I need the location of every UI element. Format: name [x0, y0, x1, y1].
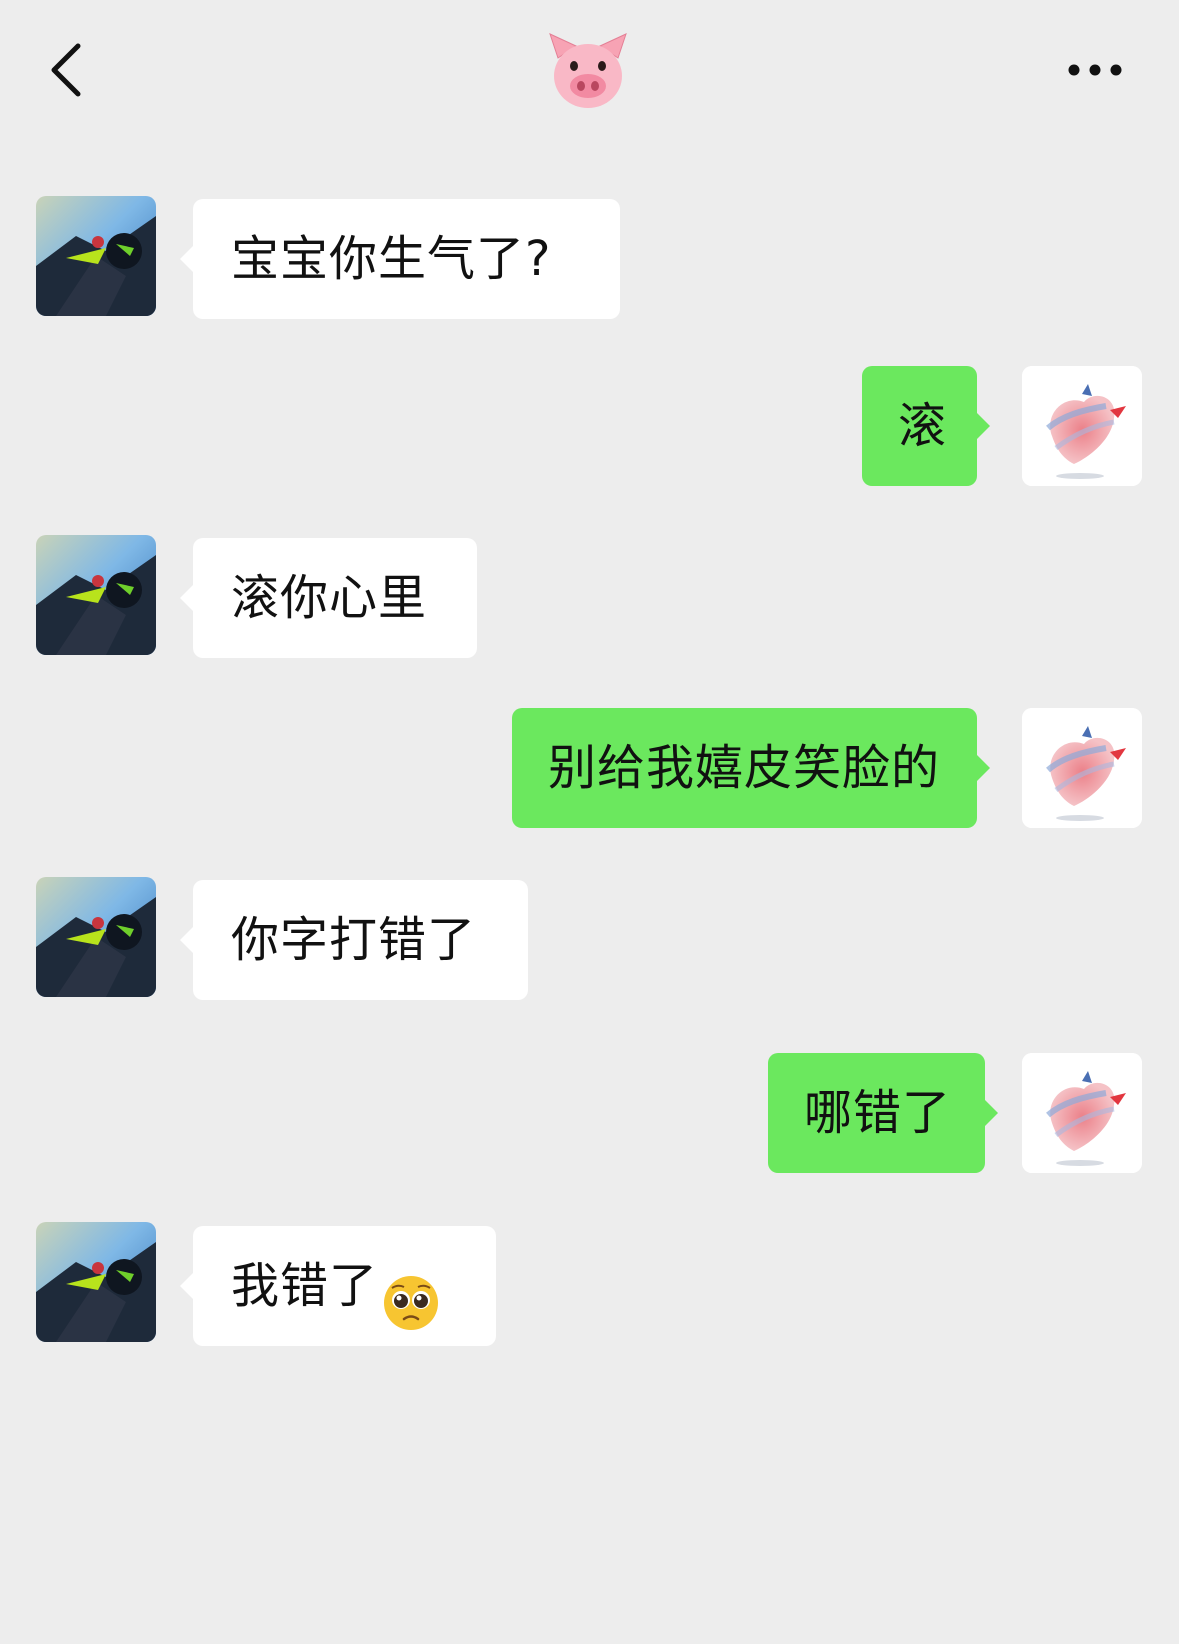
contact-avatar[interactable]	[36, 1222, 156, 1342]
pig-face-icon	[540, 28, 636, 116]
message-text: 我错了	[231, 1258, 379, 1314]
message-bubble-outgoing[interactable]: 滚	[862, 366, 990, 486]
message-bubble-outgoing[interactable]: 别给我嬉皮笑脸的	[512, 708, 990, 828]
my-avatar[interactable]	[1022, 366, 1142, 486]
message-bubble-outgoing[interactable]: 哪错了	[768, 1053, 998, 1173]
my-avatar[interactable]	[1022, 1053, 1142, 1173]
more-dots-icon	[1068, 64, 1122, 76]
message-bubble-incoming[interactable]: 滚你心里	[180, 538, 477, 658]
my-avatar[interactable]	[1022, 708, 1142, 828]
message-bubble-incoming[interactable]: 你字打错了	[180, 880, 528, 1000]
message-bubble-incoming[interactable]: 我错了	[180, 1226, 496, 1346]
pleading-face-icon	[382, 1256, 440, 1330]
contact-avatar[interactable]	[36, 535, 156, 655]
contact-avatar[interactable]	[36, 877, 156, 997]
contact-avatar[interactable]	[36, 196, 156, 316]
back-button[interactable]	[40, 30, 110, 110]
chevron-left-icon	[51, 43, 81, 97]
more-options-button[interactable]	[1060, 45, 1150, 95]
message-bubble-incoming[interactable]: 宝宝你生气了?	[180, 199, 620, 319]
chat-header	[0, 0, 1179, 140]
